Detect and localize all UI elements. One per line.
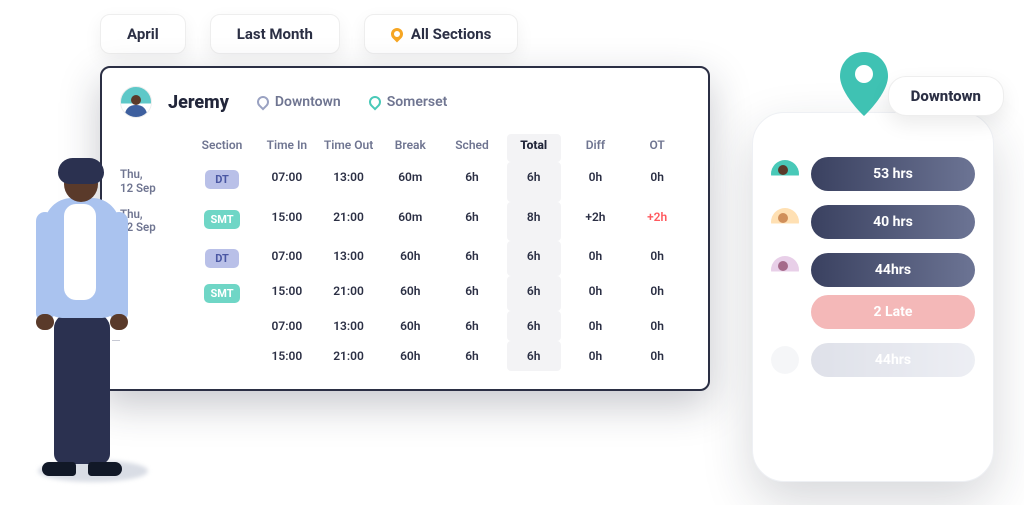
- cell-total: 6h: [507, 241, 561, 276]
- th-time-out: Time Out: [322, 134, 376, 162]
- cell-time-in: 07:00: [260, 162, 314, 202]
- phone-location-pill[interactable]: Downtown: [888, 76, 1004, 116]
- cell-section: DT: [192, 241, 252, 276]
- cell-break: 60m: [383, 162, 437, 202]
- cell-sched: 6h: [445, 311, 499, 341]
- avatar: [771, 160, 799, 188]
- cell-total: 6h: [507, 341, 561, 371]
- th-break: Break: [383, 134, 437, 162]
- employee-header: Jeremy Downtown Somerset: [120, 86, 684, 118]
- cell-section: [192, 341, 252, 371]
- cell-time-out: 13:00: [322, 241, 376, 276]
- section-badge: SMT: [204, 210, 239, 229]
- avatar[interactable]: [120, 86, 152, 118]
- cell-ot: 0h: [630, 341, 684, 371]
- cell-total: 6h: [507, 276, 561, 311]
- cell-diff: 0h: [569, 276, 623, 311]
- filter-month-label: April: [127, 25, 159, 43]
- location-label: Somerset: [387, 94, 448, 110]
- pin-icon: [254, 94, 271, 111]
- cell-break: 60m: [383, 202, 437, 242]
- avatar: [771, 346, 799, 374]
- cell-sched: 6h: [445, 202, 499, 242]
- cell-time-out: 21:00: [322, 202, 376, 242]
- pin-icon: [366, 94, 383, 111]
- cell-sched: 6h: [445, 341, 499, 371]
- filter-month[interactable]: April: [100, 14, 186, 54]
- filter-range-label: Last Month: [237, 25, 313, 43]
- hours-chip: 44hrs: [811, 343, 975, 377]
- cell-break: 60h: [383, 311, 437, 341]
- cell-break: 60h: [383, 276, 437, 311]
- th-time-in: Time In: [260, 134, 314, 162]
- cell-time-in: 15:00: [260, 341, 314, 371]
- cell-section: SMT: [192, 202, 252, 242]
- filter-range[interactable]: Last Month: [210, 14, 340, 54]
- cell-break: 60h: [383, 241, 437, 276]
- cell-section: [192, 311, 252, 341]
- filter-sections-label: All Sections: [411, 25, 492, 43]
- cell-time-out: 21:00: [322, 276, 376, 311]
- th-sched: Sched: [445, 134, 499, 162]
- cell-ot: 0h: [630, 241, 684, 276]
- cell-time-in: 07:00: [260, 241, 314, 276]
- summary-row[interactable]: 44hrs: [771, 253, 975, 287]
- cell-sched: 6h: [445, 162, 499, 202]
- cell-time-out: 13:00: [322, 311, 376, 341]
- cell-total: 6h: [507, 162, 561, 202]
- cell-ot: 0h: [630, 276, 684, 311]
- filter-sections[interactable]: All Sections: [364, 14, 519, 54]
- cell-time-out: 21:00: [322, 341, 376, 371]
- summary-row[interactable]: 44hrs: [771, 343, 975, 377]
- summary-row-late[interactable]: 2 Late: [771, 295, 975, 329]
- cell-diff: 0h: [569, 341, 623, 371]
- th-diff: Diff: [569, 134, 623, 162]
- location-somerset[interactable]: Somerset: [369, 94, 448, 110]
- cell-diff: 0h: [569, 311, 623, 341]
- summary-row[interactable]: 40 hrs: [771, 205, 975, 239]
- late-chip: 2 Late: [811, 295, 975, 329]
- cell-sched: 6h: [445, 241, 499, 276]
- location-label: Downtown: [275, 94, 341, 110]
- cell-total: 6h: [507, 311, 561, 341]
- hours-chip: 44hrs: [811, 253, 975, 287]
- cell-diff: +2h: [569, 202, 623, 242]
- th-total: Total: [507, 134, 561, 162]
- phone-location-label: Downtown: [911, 87, 981, 105]
- section-badge: DT: [205, 170, 239, 189]
- section-badge: DT: [205, 249, 239, 268]
- filter-bar: April Last Month All Sections: [100, 14, 518, 54]
- avatar: [771, 208, 799, 236]
- th-section: Section: [192, 134, 252, 162]
- cell-sched: 6h: [445, 276, 499, 311]
- person-illustration: [8, 158, 138, 488]
- cell-section: SMT: [192, 276, 252, 311]
- th-ot: OT: [630, 134, 684, 162]
- location-downtown[interactable]: Downtown: [257, 94, 341, 110]
- cell-time-in: 15:00: [260, 202, 314, 242]
- cell-ot: 0h: [630, 162, 684, 202]
- cell-time-in: 07:00: [260, 311, 314, 341]
- cell-total: 8h: [507, 202, 561, 242]
- map-pin-icon: [836, 48, 892, 120]
- cell-ot: +2h: [630, 202, 684, 242]
- summary-row[interactable]: 53 hrs: [771, 157, 975, 191]
- timesheet-table: Section Time In Time Out Break Sched Tot…: [120, 134, 684, 371]
- section-badge: SMT: [204, 284, 239, 303]
- cell-time-out: 13:00: [322, 162, 376, 202]
- pin-icon: [388, 26, 405, 43]
- cell-time-in: 15:00: [260, 276, 314, 311]
- cell-diff: 0h: [569, 241, 623, 276]
- cell-diff: 0h: [569, 162, 623, 202]
- avatar: [771, 256, 799, 284]
- cell-section: DT: [192, 162, 252, 202]
- cell-break: 60h: [383, 341, 437, 371]
- hours-chip: 53 hrs: [811, 157, 975, 191]
- timesheet-panel: Jeremy Downtown Somerset Section Time In…: [100, 66, 710, 391]
- cell-ot: 0h: [630, 311, 684, 341]
- hours-chip: 40 hrs: [811, 205, 975, 239]
- employee-name: Jeremy: [168, 92, 229, 113]
- summary-phone: 53 hrs 40 hrs 44hrs 2 Late 44hrs: [752, 112, 994, 482]
